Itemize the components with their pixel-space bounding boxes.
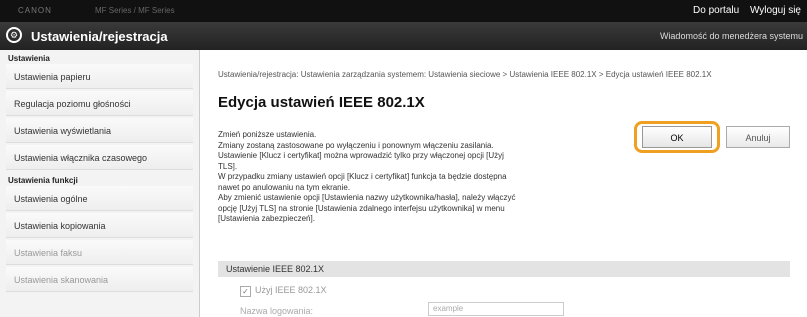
portal-link[interactable]: Do portalu xyxy=(693,5,739,16)
sidebar: Ustawienia Ustawienia papieru Regulacja … xyxy=(0,50,200,317)
sidebar-item-timer-settings[interactable]: Ustawienia włącznika czasowego xyxy=(6,145,193,170)
ok-button[interactable]: OK xyxy=(642,126,712,148)
sidebar-item-display-settings[interactable]: Ustawienia wyświetlania xyxy=(6,118,193,143)
sidebar-item-volume-settings[interactable]: Regulacja poziomu głośności xyxy=(6,91,193,116)
description-line: Zmiany zostaną zastosowane po wyłączeniu… xyxy=(218,140,494,150)
app-title: Ustawienia/rejestracja xyxy=(31,29,168,44)
login-name-input[interactable]: example xyxy=(428,302,564,316)
description-line: TLS]. xyxy=(218,161,238,171)
description-line: W przypadku zmiany ustawień opcji [Klucz… xyxy=(218,172,507,181)
cancel-button[interactable]: Anuluj xyxy=(726,126,790,148)
description-line: Ustawienie [Klucz i certyfikat] można wp… xyxy=(218,151,504,160)
logout-link[interactable]: Wyloguj się xyxy=(750,5,801,16)
description-line: [Ustawienia zabezpieczeń]. xyxy=(218,214,315,223)
description-line: nawet po anulowaniu na tym ekranie. xyxy=(218,182,351,192)
top-bar: CANON MF Series / MF Series Do portalu W… xyxy=(0,0,807,22)
main-content: Ustawienia/rejestracja: Ustawienia zarzą… xyxy=(210,50,800,317)
description-line: Aby zmienić ustawienie opcji [Ustawienia… xyxy=(218,193,516,202)
description-line: opcję [Użyj TLS] na stronie [Ustawienia … xyxy=(218,203,505,213)
message-to-admin-link[interactable]: Wiadomość do menedżera systemu xyxy=(660,31,803,41)
device-model: MF Series / MF Series xyxy=(95,6,175,15)
use-ieee8021x-checkbox[interactable]: ✓ xyxy=(240,286,251,297)
page-title: Edycja ustawień IEEE 802.1X xyxy=(218,94,425,111)
settings-icon: ⚙ xyxy=(6,27,22,43)
title-bar: ⚙ Ustawienia/rejestracja Wiadomość do me… xyxy=(0,22,807,50)
sidebar-section-function-settings: Ustawienia funkcji xyxy=(8,176,78,185)
description-text: Zmień poniższe ustawienia. Zmiany zostan… xyxy=(218,130,628,225)
use-ieee8021x-label: Użyj IEEE 802.1X xyxy=(255,285,327,295)
login-name-label: Nazwa logowania: xyxy=(240,306,314,316)
sidebar-item-fax-settings[interactable]: Ustawienia faksu xyxy=(6,240,193,265)
sidebar-item-copy-settings[interactable]: Ustawienia kopiowania xyxy=(6,213,193,238)
top-links: Do portalu Wyloguj się xyxy=(685,5,801,16)
sidebar-item-general-settings[interactable]: Ustawienia ogólne xyxy=(6,186,193,211)
section-header-ieee8021x: Ustawienie IEEE 802.1X xyxy=(218,261,790,277)
description-line: Zmień poniższe ustawienia. xyxy=(218,130,317,139)
use-ieee8021x-row: ✓ Użyj IEEE 802.1X xyxy=(240,285,327,297)
sidebar-item-scan-settings[interactable]: Ustawienia skanowania xyxy=(6,267,193,292)
device-name: CANON xyxy=(18,6,52,15)
breadcrumb: Ustawienia/rejestracja: Ustawienia zarzą… xyxy=(218,70,712,79)
sidebar-section-settings: Ustawienia xyxy=(8,54,50,63)
sidebar-item-paper-settings[interactable]: Ustawienia papieru xyxy=(6,64,193,89)
